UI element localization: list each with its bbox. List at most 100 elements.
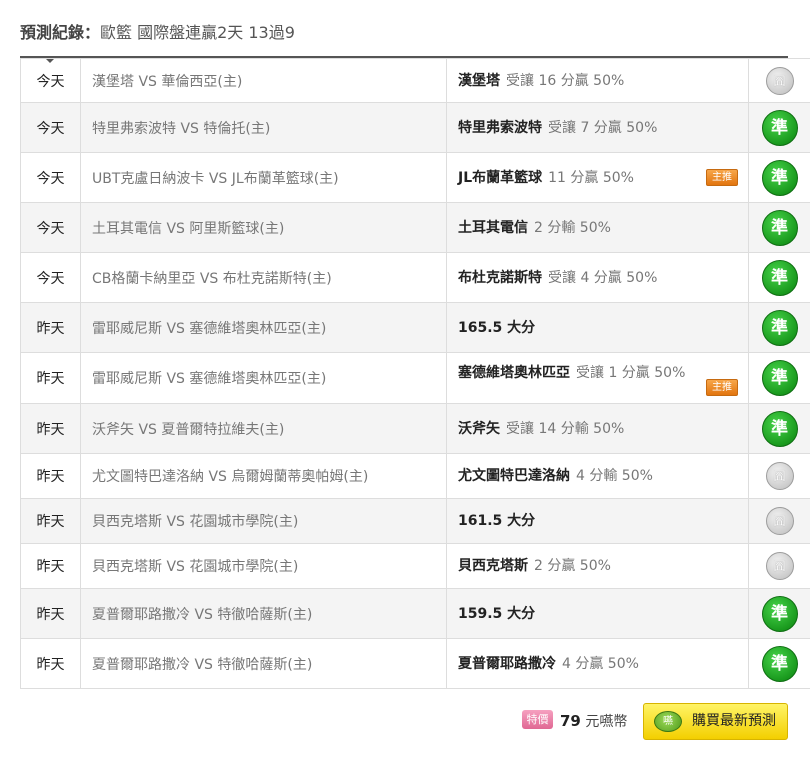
- pick-odds: 受讓 7 分贏 50%: [548, 119, 658, 136]
- pick-line: 特里弗索波特 受讓 7 分贏 50%: [458, 119, 748, 137]
- pick-team: 漢堡塔: [458, 72, 500, 89]
- pick-line: JL布蘭革籃球 11 分贏 50%: [458, 169, 748, 187]
- row-result: 準: [748, 638, 810, 689]
- row-match: 貝西克塔斯 VS 花園城市學院(主): [80, 543, 447, 589]
- row-match: 特里弗索波特 VS 特倫托(主): [80, 102, 447, 153]
- record-header-label: 預測紀錄：: [20, 23, 101, 42]
- row-result: 準: [748, 202, 810, 253]
- pick-line: 159.5 大分: [458, 605, 748, 623]
- row-result: 準: [748, 588, 810, 639]
- pick-odds: 4 分輸 50%: [576, 468, 653, 484]
- pick-line: 尤文圖特巴達洛納 4 分輸 50%: [458, 467, 748, 485]
- row-pick: 特里弗索波特 受讓 7 分贏 50%: [446, 102, 749, 153]
- buy-latest-prediction-button[interactable]: 嚥 購買最新預測: [643, 703, 788, 740]
- result-accurate-icon: 準: [761, 410, 798, 447]
- pick-team: JL布蘭革籃球: [458, 169, 543, 186]
- record-header: 預測紀錄：歐籃 國際盤連贏2天 13過9: [20, 22, 788, 56]
- row-result: 準: [748, 352, 810, 404]
- row-pick: 漢堡塔 受讓 16 分贏 50%: [446, 58, 749, 103]
- row-result: 準: [748, 252, 810, 303]
- buy-button-label: 購買最新預測: [692, 713, 776, 729]
- record-header-title: 歐籃 國際盤連贏2天 13過9: [100, 23, 295, 42]
- row-match: 夏普爾耶路撒冷 VS 特徹哈薩斯(主): [80, 588, 447, 639]
- pick-odds: 11 分贏 50%: [548, 169, 634, 186]
- row-match: 尤文圖特巴達洛納 VS 烏爾姆蘭蒂奧帕姆(主): [80, 453, 447, 499]
- row-match: 雷耶威尼斯 VS 塞德維塔奧林匹亞(主): [80, 352, 447, 404]
- pick-line: 布杜克諾斯特 受讓 4 分贏 50%: [458, 269, 748, 287]
- coin-icon: 嚥: [654, 711, 682, 732]
- main-pick-badge: 主推: [706, 379, 738, 396]
- special-price-badge: 特價: [522, 710, 553, 729]
- row-day: 昨天: [20, 588, 81, 639]
- row-pick: JL布蘭革籃球 11 分贏 50% 主推: [446, 152, 749, 203]
- pick-line: 165.5 大分: [458, 319, 748, 337]
- main-pick-badge: 主推: [706, 169, 738, 186]
- row-pick: 夏普爾耶路撒冷 4 分贏 50%: [446, 638, 749, 689]
- row-result: 囧: [748, 498, 810, 544]
- pick-team: 塞德維塔奧林匹亞: [458, 365, 570, 381]
- result-accurate-icon: 準: [761, 360, 798, 396]
- row-result: 囧: [748, 58, 810, 103]
- row-match: 夏普爾耶路撒冷 VS 特徹哈薩斯(主): [80, 638, 447, 689]
- row-pick: 土耳其電信 2 分輸 50%: [446, 202, 749, 253]
- table-row: 昨天 貝西克塔斯 VS 花園城市學院(主) 161.5 大分 囧: [20, 498, 810, 544]
- result-accurate-icon: 準: [761, 595, 798, 632]
- row-match: 沃斧矢 VS 夏普爾特拉維夫(主): [80, 403, 447, 454]
- result-accurate-icon: 準: [761, 259, 798, 296]
- row-day: 今天: [20, 152, 81, 203]
- pick-line: 沃斧矢 受讓 14 分輸 50%: [458, 420, 748, 438]
- row-day: 昨天: [20, 543, 81, 589]
- pick-line: 161.5 大分: [458, 512, 748, 530]
- table-row: 昨天 尤文圖特巴達洛納 VS 烏爾姆蘭蒂奧帕姆(主) 尤文圖特巴達洛納 4 分輸 50…: [20, 453, 810, 499]
- row-pick: 161.5 大分: [446, 498, 749, 544]
- table-row: 今天 UBT克盧日納波卡 VS JL布蘭革籃球(主) JL布蘭革籃球 11 分贏 50…: [20, 152, 810, 203]
- row-result: 準: [748, 403, 810, 454]
- row-day: 昨天: [20, 403, 81, 454]
- table-row: 今天 漢堡塔 VS 華倫西亞(主) 漢堡塔 受讓 16 分贏 50% 囧: [20, 58, 810, 103]
- table-row: 昨天 貝西克塔斯 VS 花園城市學院(主) 貝西克塔斯 2 分贏 50% 囧: [20, 543, 810, 589]
- result-miss-icon: 囧: [765, 66, 794, 95]
- pick-odds: 受讓 1 分贏 50%: [576, 365, 686, 381]
- row-match: UBT克盧日納波卡 VS JL布蘭革籃球(主): [80, 152, 447, 203]
- pick-line: 土耳其電信 2 分輸 50%: [458, 219, 748, 237]
- pick-team: 布杜克諾斯特: [458, 269, 542, 286]
- pick-team: 沃斧矢: [458, 420, 500, 437]
- pick-odds: 4 分贏 50%: [562, 655, 639, 672]
- result-miss-icon: 囧: [765, 462, 794, 490]
- row-match: 土耳其電信 VS 阿里斯籃球(主): [80, 202, 447, 253]
- row-pick: 165.5 大分: [446, 302, 749, 353]
- row-pick: 尤文圖特巴達洛納 4 分輸 50%: [446, 453, 749, 499]
- price-value: 79: [560, 712, 581, 730]
- pick-team: 夏普爾耶路撒冷: [458, 655, 556, 672]
- row-result: 準: [748, 152, 810, 203]
- pick-team: 土耳其電信: [458, 219, 528, 236]
- row-day: 今天: [20, 58, 81, 103]
- pick-odds: 受讓 14 分輸 50%: [506, 420, 625, 437]
- pick-odds: 受讓 16 分贏 50%: [506, 72, 625, 89]
- table-row: 今天 土耳其電信 VS 阿里斯籃球(主) 土耳其電信 2 分輸 50% 準: [20, 202, 810, 253]
- row-match: CB格蘭卡納里亞 VS 布杜克諾斯特(主): [80, 252, 447, 303]
- result-miss-icon: 囧: [765, 507, 794, 535]
- row-pick: 布杜克諾斯特 受讓 4 分贏 50%: [446, 252, 749, 303]
- row-day: 昨天: [20, 352, 81, 404]
- pick-team: 特里弗索波特: [458, 119, 542, 136]
- row-day: 昨天: [20, 498, 81, 544]
- row-day: 昨天: [20, 638, 81, 689]
- row-result: 囧: [748, 543, 810, 589]
- table-row: 昨天 夏普爾耶路撒冷 VS 特徹哈薩斯(主) 夏普爾耶路撒冷 4 分贏 50% 準: [20, 638, 810, 689]
- row-pick: 沃斧矢 受讓 14 分輸 50%: [446, 403, 749, 454]
- pick-odds: 2 分輸 50%: [534, 219, 611, 236]
- row-day: 今天: [20, 202, 81, 253]
- row-result: 囧: [748, 453, 810, 499]
- prediction-record-table: 今天 漢堡塔 VS 華倫西亞(主) 漢堡塔 受讓 16 分贏 50% 囧今天 特里弗索波特…: [20, 58, 810, 689]
- pick-team: 161.5 大分: [458, 513, 536, 529]
- table-row: 昨天 沃斧矢 VS 夏普爾特拉維夫(主) 沃斧矢 受讓 14 分輸 50% 準: [20, 403, 810, 454]
- pick-line: 塞德維塔奧林匹亞 受讓 1 分贏 50%: [458, 364, 748, 382]
- result-accurate-icon: 準: [761, 159, 798, 196]
- pick-team: 尤文圖特巴達洛納: [458, 468, 570, 484]
- row-match: 貝西克塔斯 VS 花園城市學院(主): [80, 498, 447, 544]
- table-row: 今天 特里弗索波特 VS 特倫托(主) 特里弗索波特 受讓 7 分贏 50% 準: [20, 102, 810, 153]
- row-pick: 塞德維塔奧林匹亞 受讓 1 分贏 50% 主推: [446, 352, 749, 404]
- table-row: 昨天 夏普爾耶路撒冷 VS 特徹哈薩斯(主) 159.5 大分 準: [20, 588, 810, 639]
- table-row: 今天 CB格蘭卡納里亞 VS 布杜克諾斯特(主) 布杜克諾斯特 受讓 4 分贏 50%…: [20, 252, 810, 303]
